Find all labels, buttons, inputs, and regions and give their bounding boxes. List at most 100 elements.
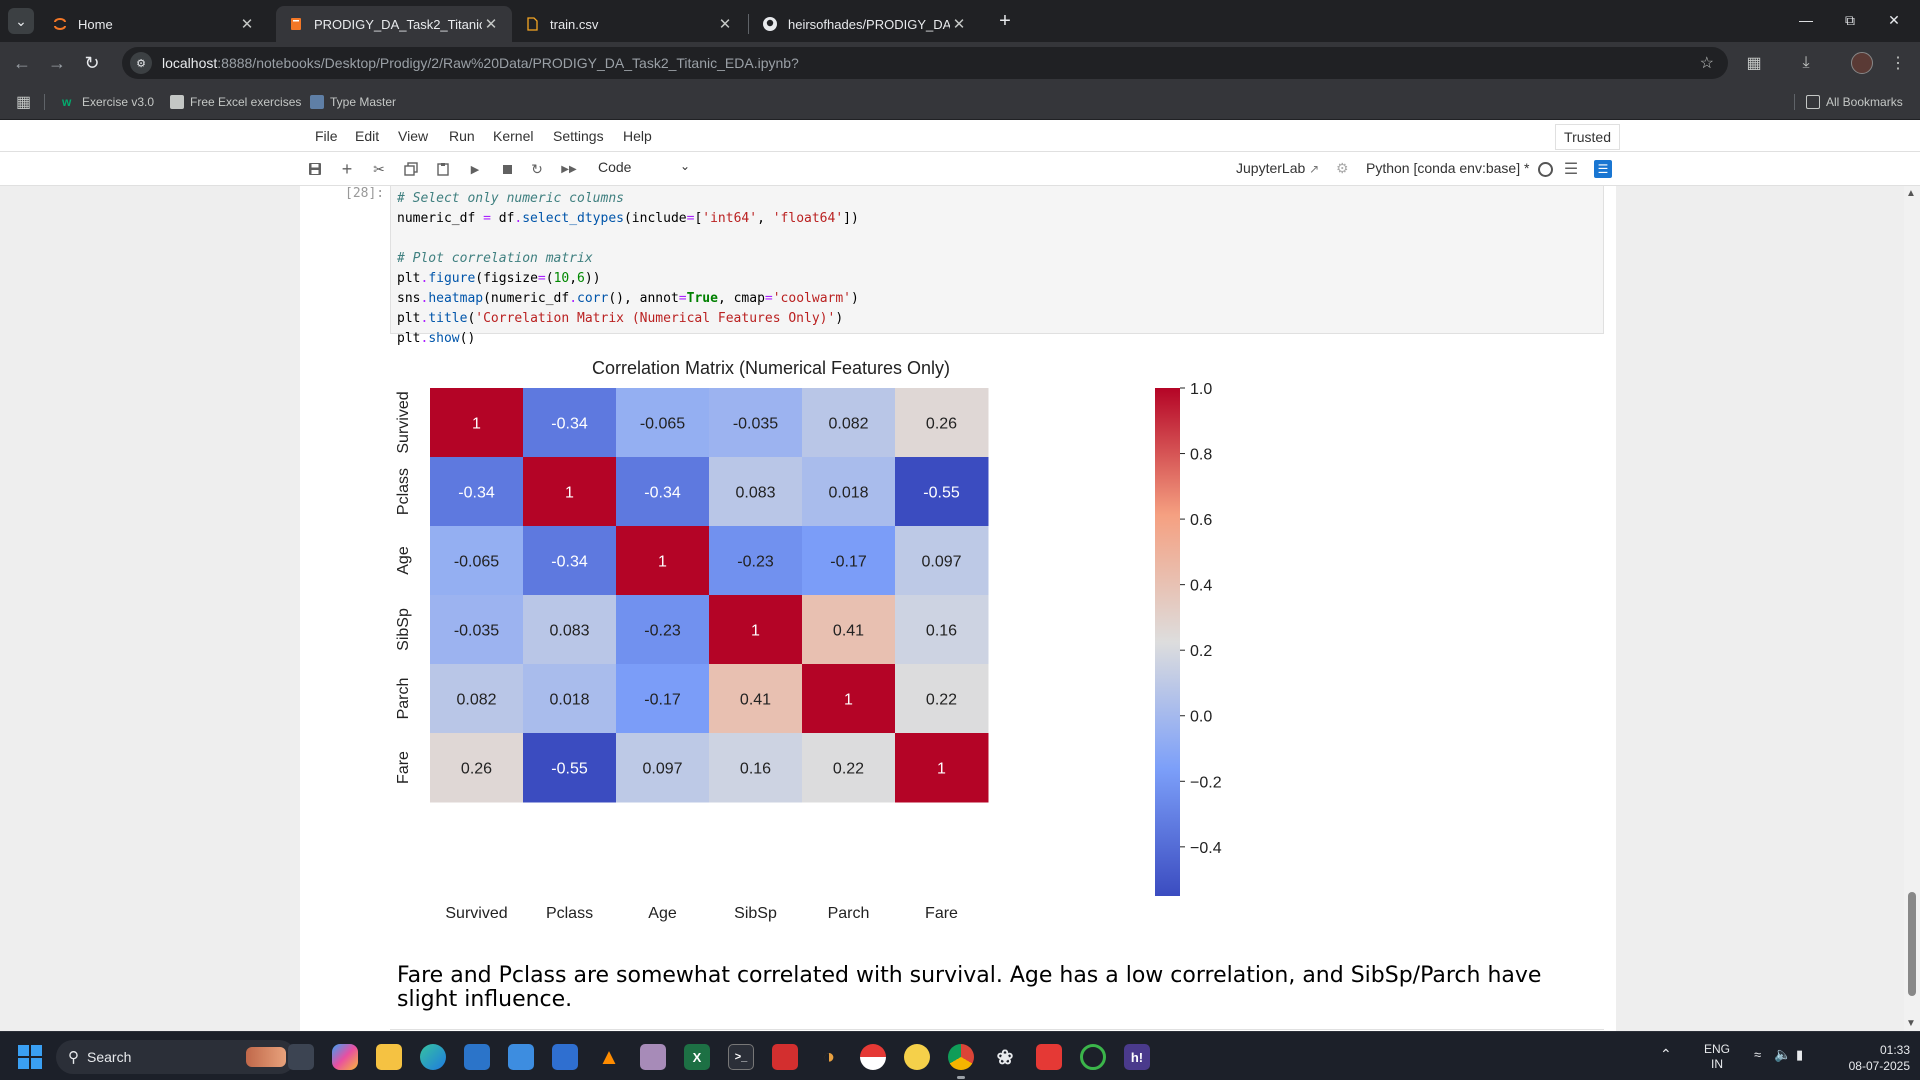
bookmark-free-excel[interactable]: Free Excel exercises [170,92,301,112]
close-icon[interactable]: ✕ [716,15,734,33]
extensions-button[interactable]: ▦ [1740,49,1768,77]
cell-value-label: -0.065 [454,554,499,571]
edge-icon[interactable] [420,1044,446,1070]
tab-github[interactable]: heirsofhades/PRODIGY_DA_Tas ✕ [750,6,980,42]
terminal-icon[interactable]: >_ [728,1044,754,1070]
gear-icon[interactable]: ⚙ [1336,160,1349,177]
scroll-down-icon[interactable]: ▼ [1906,1018,1916,1029]
volume-icon[interactable]: 🔈 [1774,1046,1791,1063]
language-indicator[interactable]: ENG IN [1704,1042,1730,1072]
kernel-name[interactable]: Python [conda env:base] * [1366,160,1529,176]
new-tab-button[interactable]: + [992,8,1018,34]
notepad-icon[interactable] [464,1044,490,1070]
address-bar[interactable]: ⚙ localhost:8888/notebooks/Desktop/Prodi… [122,47,1728,79]
toc-button[interactable]: ☰ [1594,160,1612,178]
forward-button[interactable]: → [43,49,71,77]
bookmark-exercise[interactable]: w Exercise v3.0 [62,92,154,112]
copilot-icon[interactable] [332,1044,358,1070]
close-icon[interactable]: ✕ [238,15,256,33]
photos-icon[interactable] [508,1044,534,1070]
cut-button[interactable]: ✂ [370,160,388,178]
bookmark-type-master[interactable]: Type Master [310,92,396,112]
battery-icon[interactable]: ▮ [1796,1047,1803,1063]
region-code: IN [1711,1057,1723,1071]
trusted-indicator[interactable]: Trusted [1555,124,1620,150]
restart-run-all-button[interactable]: ▶▶ [560,160,578,178]
cell-value-label: -0.55 [923,485,960,502]
code-cell-editor[interactable]: # Select only numeric columns numeric_df… [390,186,1604,346]
cell-value-label: 0.16 [740,761,771,778]
menu-edit[interactable]: Edit [355,128,379,144]
copy-button[interactable] [402,160,420,178]
cell-value-label: 0.018 [828,485,868,502]
anime-app-icon[interactable] [640,1044,666,1070]
site-info-icon[interactable]: ⚙ [130,52,152,74]
audio-app-icon[interactable]: ◑ [816,1044,842,1070]
browser-toolbar: ← → ↻ ⚙ localhost:8888/notebooks/Desktop… [0,42,1920,84]
scroll-up-icon[interactable]: ▲ [1906,188,1916,199]
sticky-app-icon[interactable] [904,1044,930,1070]
hackerrank-icon[interactable]: h! [1124,1044,1150,1070]
menu-settings[interactable]: Settings [553,128,604,144]
taskbar-search[interactable]: ⚲ Search [56,1040,296,1074]
insert-cell-button[interactable]: + [338,159,356,179]
tab-search-button[interactable]: ⌄ [8,8,34,34]
scrollbar[interactable]: ▲ ▼ [1904,186,1920,1031]
file-explorer-icon[interactable] [376,1044,402,1070]
tab-title: heirsofhades/PRODIGY_DA_Tas [788,16,950,32]
markdown-cell[interactable]: Fare and Pclass are somewhat correlated … [397,964,1547,1012]
close-icon[interactable]: ✕ [482,15,500,33]
wifi-icon[interactable]: ≈ [1754,1047,1761,1062]
cell-type-select[interactable]: Code ⌄ [598,159,690,179]
jupyter-menu-bar: File Edit View Run Kernel Settings Help … [0,120,1920,152]
pdf-app-icon[interactable] [772,1044,798,1070]
shield-app-icon[interactable] [1036,1044,1062,1070]
cell-value-label: 1 [844,692,853,709]
chatgpt-icon[interactable]: ❀ [992,1044,1018,1070]
clock[interactable]: 01:33 08-07-2025 [1824,1042,1910,1074]
paste-button[interactable] [434,160,452,178]
chat-icon[interactable] [552,1044,578,1070]
profile-button[interactable] [1848,49,1876,77]
close-icon[interactable]: ✕ [950,15,968,33]
vlc-icon[interactable]: ▲ [596,1044,622,1070]
scrollbar-thumb[interactable] [1908,892,1916,996]
minimize-button[interactable]: — [1786,6,1826,34]
sync-app-icon[interactable] [1080,1044,1106,1070]
menu-run[interactable]: Run [449,128,475,144]
restart-button[interactable]: ↻ [528,160,546,178]
close-window-button[interactable]: ✕ [1874,6,1914,34]
chrome-icon[interactable] [948,1044,974,1079]
tab-separator [748,14,749,34]
menu-kernel[interactable]: Kernel [493,128,533,144]
interrupt-button[interactable] [498,160,516,178]
menu-help[interactable]: Help [623,128,652,144]
reload-button[interactable]: ↻ [78,49,106,77]
scissors-icon: ✂ [373,160,385,177]
apps-button[interactable]: ▦ [16,92,31,112]
all-bookmarks[interactable]: All Bookmarks [1806,92,1903,112]
restore-button[interactable]: ⧉ [1830,6,1870,34]
windows-start-icon[interactable] [18,1045,42,1069]
list-view-button[interactable]: ☰ [1562,160,1580,178]
downloads-button[interactable]: ⤓ [1792,49,1820,77]
tab-home[interactable]: Home ✕ [40,6,268,42]
menu-view[interactable]: View [398,128,428,144]
heatmap-cells: 1 -0.34 -0.065 -0.035 0.082 0.26 -0.34 1 -0.34 0.… [430,388,989,803]
pokeball-icon[interactable] [860,1044,886,1070]
run-button[interactable]: ▶ [466,160,484,178]
save-button[interactable] [306,160,324,178]
cell-value-label: -0.55 [551,761,588,778]
task-view-icon[interactable] [288,1044,314,1070]
tab-train-csv[interactable]: train.csv ✕ [512,6,746,42]
back-button[interactable]: ← [8,49,36,77]
menu-file[interactable]: File [315,128,338,144]
bookmark-star-icon[interactable]: ☆ [1700,53,1714,73]
x-axis-labels: Survived Pclass Age SibSp Parch Fare [445,905,958,922]
excel-icon[interactable]: X [684,1044,710,1070]
jupyterlab-link[interactable]: JupyterLab ↗ [1236,160,1319,176]
tab-notebook[interactable]: PRODIGY_DA_Task2_Titanic_EDA ✕ [276,6,512,42]
chrome-menu-button[interactable]: ⋮ [1884,49,1912,77]
chevron-up-icon[interactable]: ⌃ [1660,1046,1672,1063]
jupyter-icon [54,18,66,30]
